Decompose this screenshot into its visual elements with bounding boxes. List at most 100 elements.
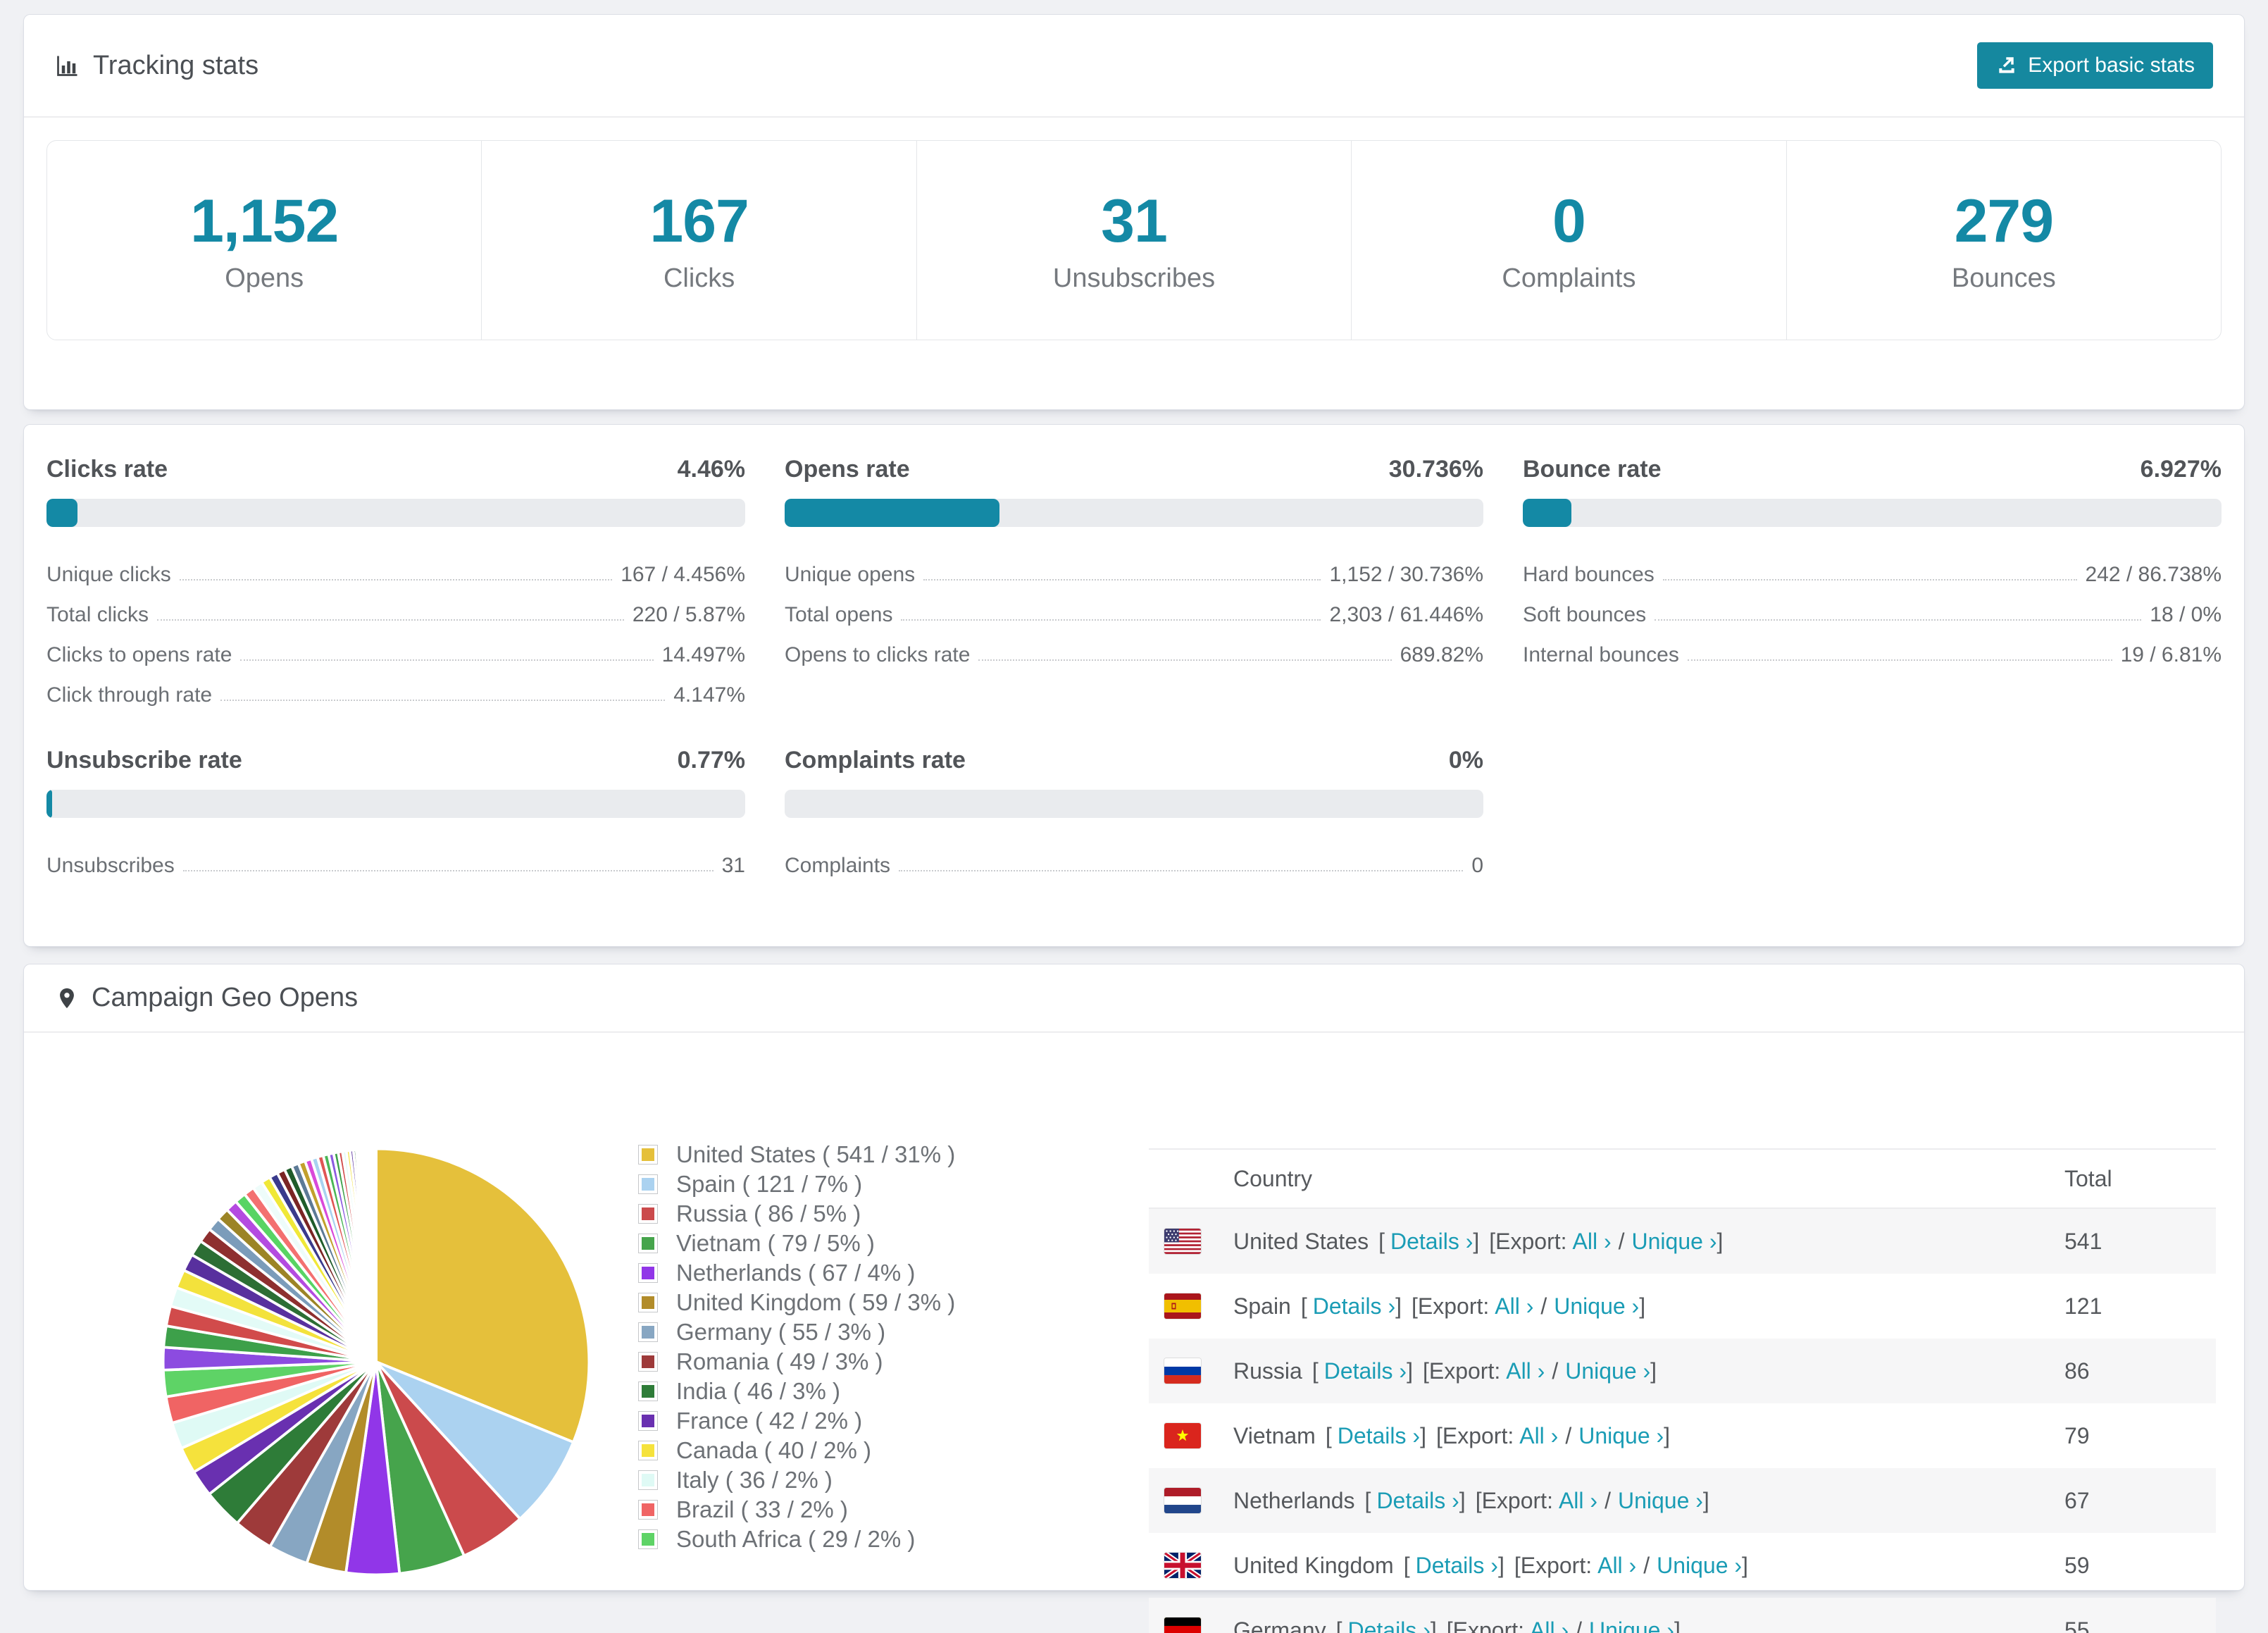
legend-item[interactable]: Italy ( 36 / 2% ) [638, 1465, 955, 1495]
page-title: Tracking stats [93, 51, 258, 81]
table-row-netherlands: Netherlands [Details ›] [Export:All ›/Un… [1149, 1468, 2216, 1533]
export-all-link[interactable]: All › [1506, 1358, 1545, 1384]
complaints-rate-block: Complaints rate 0% Complaints0 [785, 747, 1483, 878]
export-prefix: [Export: [1476, 1488, 1553, 1514]
legend-item[interactable]: India ( 46 / 3% ) [638, 1377, 955, 1406]
export-unique-link[interactable]: Unique › [1565, 1358, 1650, 1384]
bracket: [ [1365, 1488, 1371, 1514]
bracket: ] [1498, 1553, 1504, 1579]
bracket: ] [1420, 1423, 1426, 1449]
total-column-header: Total [2064, 1166, 2112, 1192]
details-link[interactable]: Details › [1313, 1293, 1395, 1320]
legend-swatch [638, 1263, 658, 1283]
unsubscribe-rate-value: 0.77% [678, 747, 745, 774]
geo-pie-chart[interactable] [154, 1140, 598, 1584]
details-link[interactable]: Details › [1390, 1229, 1473, 1255]
export-prefix: [Export: [1489, 1229, 1566, 1255]
stat-row-label: Soft bounces [1523, 603, 1646, 627]
legend-label: Brazil ( 33 / 2% ) [676, 1496, 848, 1523]
map-pin-icon [55, 986, 79, 1010]
legend-item[interactable]: Romania ( 49 / 3% ) [638, 1347, 955, 1377]
opens-label: Opens [225, 263, 304, 294]
total-value: 86 [2064, 1358, 2090, 1384]
geo-body: United States ( 541 / 31% ) Spain ( 121 … [24, 1033, 2244, 1556]
legend-label: Canada ( 40 / 2% ) [676, 1437, 871, 1464]
total-value: 79 [2064, 1423, 2090, 1449]
stat-row-label: Unsubscribes [46, 854, 175, 878]
flag-ru-icon [1164, 1358, 1201, 1384]
total-value: 59 [2064, 1553, 2090, 1579]
export-unique-link[interactable]: Unique › [1554, 1293, 1639, 1320]
legend-item[interactable]: France ( 42 / 2% ) [638, 1406, 955, 1436]
flag-de-icon [1164, 1618, 1201, 1633]
export-all-link[interactable]: All › [1530, 1618, 1569, 1633]
clicks-rate-progress-bar [46, 499, 745, 527]
legend-swatch [638, 1145, 658, 1165]
export-all-link[interactable]: All › [1573, 1229, 1612, 1255]
legend-item[interactable]: Brazil ( 33 / 2% ) [638, 1495, 955, 1525]
legend-item[interactable]: Spain ( 121 / 7% ) [638, 1169, 955, 1199]
stat-box-opens: 1,152 Opens [47, 141, 482, 340]
legend-item[interactable]: Netherlands ( 67 / 4% ) [638, 1258, 955, 1288]
legend-item[interactable]: Vietnam ( 79 / 5% ) [638, 1229, 955, 1258]
legend-label: United Kingdom ( 59 / 3% ) [676, 1289, 955, 1316]
slash: / [1619, 1229, 1625, 1255]
legend-swatch [638, 1441, 658, 1460]
slash: / [1605, 1488, 1611, 1514]
bounce-rate-progress-bar [1523, 499, 2222, 527]
legend-label: France ( 42 / 2% ) [676, 1408, 862, 1434]
stat-row-value: 242 / 86.738% [2086, 563, 2222, 587]
bracket: ] [1650, 1358, 1657, 1384]
export-unique-link[interactable]: Unique › [1578, 1423, 1664, 1449]
details-link[interactable]: Details › [1347, 1618, 1430, 1633]
dotted-leader [923, 579, 1321, 580]
stat-row-value: 31 [722, 854, 745, 878]
export-unique-link[interactable]: Unique › [1632, 1229, 1717, 1255]
stat-row: Hard bounces242 / 86.738% [1523, 547, 2222, 587]
country-name: Germany [1233, 1618, 1326, 1633]
legend-label: Germany ( 55 / 3% ) [676, 1319, 885, 1346]
flag-gb-icon [1164, 1553, 1201, 1578]
legend-swatch [638, 1529, 658, 1549]
bracket: ] [1742, 1553, 1748, 1579]
details-link[interactable]: Details › [1338, 1423, 1420, 1449]
export-unique-link[interactable]: Unique › [1589, 1618, 1674, 1633]
export-all-link[interactable]: All › [1559, 1488, 1597, 1514]
geo-legend: United States ( 541 / 31% ) Spain ( 121 … [638, 1140, 955, 1554]
bracket: ] [1407, 1358, 1413, 1384]
legend-item[interactable]: United States ( 541 / 31% ) [638, 1140, 955, 1169]
export-unique-link[interactable]: Unique › [1657, 1553, 1742, 1579]
dotted-leader [183, 870, 714, 871]
slash: / [1576, 1618, 1582, 1633]
stat-row: Internal bounces19 / 6.81% [1523, 627, 2222, 667]
legend-item[interactable]: Germany ( 55 / 3% ) [638, 1317, 955, 1347]
legend-label: Romania ( 49 / 3% ) [676, 1348, 883, 1375]
unsubscribes-label: Unsubscribes [1053, 263, 1215, 294]
legend-swatch [638, 1381, 658, 1401]
legend-item[interactable]: Russia ( 86 / 5% ) [638, 1199, 955, 1229]
geo-table: Country Total United States [Details ›] … [1149, 1148, 2216, 1633]
export-unique-link[interactable]: Unique › [1618, 1488, 1703, 1514]
export-basic-stats-button[interactable]: Export basic stats [1977, 42, 2213, 89]
bracket: [ [1301, 1293, 1307, 1320]
stat-row-value: 0 [1471, 854, 1483, 878]
export-all-link[interactable]: All › [1519, 1423, 1558, 1449]
stat-row-value: 220 / 5.87% [633, 603, 745, 627]
clicks-rate-title: Clicks rate [46, 456, 168, 483]
details-link[interactable]: Details › [1376, 1488, 1459, 1514]
unsubscribes-count: 31 [1101, 187, 1167, 256]
details-link[interactable]: Details › [1324, 1358, 1407, 1384]
dotted-leader [240, 659, 653, 661]
stat-row-value: 167 / 4.456% [621, 563, 745, 587]
legend-item[interactable]: Canada ( 40 / 2% ) [638, 1436, 955, 1465]
rates-grid: Clicks rate 4.46% Unique clicks167 / 4.4… [24, 425, 2244, 878]
legend-item[interactable]: South Africa ( 29 / 2% ) [638, 1525, 955, 1554]
bracket: ] [1473, 1229, 1479, 1255]
stat-row-value: 689.82% [1400, 643, 1483, 667]
legend-item[interactable]: United Kingdom ( 59 / 3% ) [638, 1288, 955, 1317]
export-all-link[interactable]: All › [1597, 1553, 1636, 1579]
export-all-link[interactable]: All › [1495, 1293, 1533, 1320]
details-link[interactable]: Details › [1416, 1553, 1498, 1579]
legend-swatch [638, 1293, 658, 1312]
stat-row: Clicks to opens rate14.497% [46, 627, 745, 667]
